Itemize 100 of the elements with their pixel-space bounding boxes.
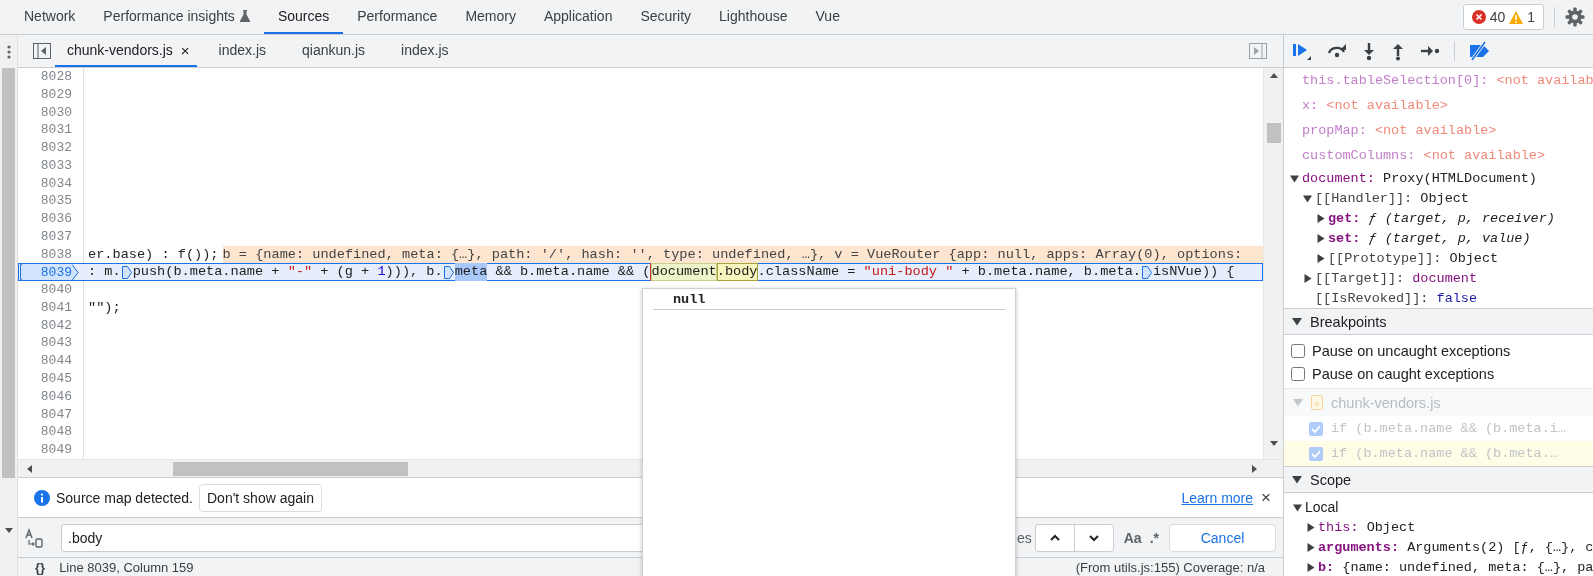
info-message: Source map detected. bbox=[56, 489, 193, 506]
line-number[interactable]: 8043 bbox=[18, 334, 72, 353]
code-text: ""); bbox=[88, 298, 121, 317]
step-marker-icon[interactable] bbox=[1141, 265, 1152, 279]
replace-toggle-icon[interactable] bbox=[25, 527, 45, 548]
popover-value: null bbox=[653, 289, 1005, 310]
panel-tab[interactable]: Memory bbox=[451, 0, 530, 34]
code-text: "uni-body " bbox=[863, 263, 954, 282]
property-entry[interactable]: arguments: Arguments(2) [ƒ, {…}, c bbox=[1318, 539, 1593, 555]
line-number[interactable]: 8048 bbox=[18, 423, 72, 442]
line-number[interactable]: 8047 bbox=[18, 405, 72, 424]
line-number[interactable]: 8034 bbox=[18, 174, 72, 193]
section-header[interactable]: Scope bbox=[1284, 466, 1593, 493]
scroll-left-icon[interactable] bbox=[27, 464, 32, 473]
code-text: + b.meta.name, b.meta. bbox=[960, 263, 1141, 282]
deactivate-breakpoints-icon[interactable] bbox=[1468, 41, 1492, 61]
property-entry[interactable]: document: Proxy(HTMLDocument) bbox=[1302, 170, 1537, 186]
match-case-toggle[interactable]: Aa bbox=[1123, 529, 1142, 546]
panel-tab[interactable]: Performance bbox=[343, 0, 452, 34]
line-number[interactable]: 8046 bbox=[18, 387, 72, 406]
collapsed-arrow-icon[interactable] bbox=[1316, 253, 1325, 263]
line-number[interactable]: 8040 bbox=[18, 281, 72, 299]
warning-icon bbox=[1509, 10, 1524, 24]
panel-tab[interactable]: Application bbox=[529, 0, 627, 34]
error-count: 40 bbox=[1489, 9, 1506, 25]
panel-tab[interactable]: Network bbox=[10, 0, 90, 34]
property-entry[interactable]: [[Handler]]: Object bbox=[1315, 190, 1469, 206]
expanded-arrow-icon[interactable] bbox=[1292, 475, 1302, 484]
collapsed-arrow-icon[interactable] bbox=[1306, 522, 1315, 532]
issues-counter[interactable]: 40 1 bbox=[1462, 4, 1544, 30]
step-marker-icon[interactable] bbox=[121, 265, 132, 279]
pretty-print-button[interactable]: {} bbox=[35, 559, 46, 575]
line-number[interactable]: 8044 bbox=[18, 352, 72, 370]
line-number[interactable]: 8038 bbox=[18, 245, 72, 264]
panel-tab[interactable]: Vue bbox=[801, 0, 854, 34]
collapsed-arrow-icon[interactable] bbox=[1306, 542, 1315, 552]
property-entry[interactable]: this: Object bbox=[1318, 519, 1416, 535]
cursor-position: Line 8039, Column 159 bbox=[59, 559, 194, 575]
expanded-arrow-icon[interactable] bbox=[1303, 193, 1312, 203]
line-number[interactable]: 8036 bbox=[18, 210, 72, 228]
panel-tab[interactable]: Performance insights bbox=[89, 0, 264, 34]
learn-more-link[interactable]: Learn more bbox=[1181, 489, 1254, 506]
expanded-arrow-icon[interactable] bbox=[1290, 173, 1299, 183]
expanded-arrow-icon[interactable] bbox=[1293, 502, 1302, 512]
debugger-sidebar-toggle-icon[interactable] bbox=[1249, 43, 1267, 59]
more-icon[interactable] bbox=[6, 44, 11, 59]
collapsed-arrow-icon[interactable] bbox=[1316, 233, 1325, 243]
property-entry[interactable]: set: ƒ (target, p, value) bbox=[1328, 230, 1531, 246]
scrollbar-thumb[interactable] bbox=[2, 68, 15, 478]
line-number[interactable]: 8041 bbox=[18, 298, 72, 317]
line-number[interactable]: 8037 bbox=[18, 227, 72, 246]
close-button[interactable]: × bbox=[1261, 487, 1271, 508]
file-tab[interactable]: index.js bbox=[206, 35, 281, 67]
line-number[interactable]: 8049 bbox=[18, 441, 72, 459]
line-number[interactable]: 8035 bbox=[18, 192, 72, 211]
line-number[interactable]: 8030 bbox=[18, 103, 72, 122]
property-entry[interactable]: get: ƒ (target, p, receiver) bbox=[1328, 210, 1555, 226]
step-marker-icon[interactable] bbox=[443, 265, 454, 279]
property-entry[interactable]: [[Prototype]]: Object bbox=[1328, 250, 1499, 266]
property-entry[interactable]: [[Target]]: document bbox=[1315, 270, 1478, 286]
close-tab-button[interactable]: × bbox=[180, 41, 190, 59]
checkbox-option[interactable]: Pause on caught exceptions bbox=[1284, 362, 1593, 385]
scroll-up-icon[interactable] bbox=[1269, 73, 1278, 78]
scroll-down-icon[interactable] bbox=[1269, 441, 1278, 446]
expanded-arrow-icon[interactable] bbox=[1292, 317, 1302, 326]
line-number[interactable]: 8031 bbox=[18, 121, 72, 140]
panel-tab[interactable]: Lighthouse bbox=[705, 0, 802, 34]
collapsed-arrow-icon[interactable] bbox=[1316, 213, 1325, 223]
checkbox[interactable] bbox=[1291, 366, 1305, 381]
checkbox[interactable] bbox=[1309, 421, 1323, 436]
checkbox[interactable] bbox=[1291, 343, 1305, 358]
file-icon bbox=[1311, 395, 1323, 410]
line-number[interactable]: 8045 bbox=[18, 370, 72, 388]
line-number[interactable]: 8042 bbox=[18, 316, 72, 335]
file-tab[interactable]: qiankun.js bbox=[290, 35, 380, 67]
inline-value: b = {name: undefined, meta: {…}, path: '/', hash: '', type: undefined, …}, v = VueRouter {app: null, apps: Array(0), options: bbox=[222, 245, 1263, 264]
panel-tab[interactable]: Security bbox=[626, 0, 706, 34]
collapsed-arrow-icon[interactable] bbox=[1303, 273, 1312, 283]
line-number[interactable]: 8032 bbox=[18, 139, 72, 157]
section-header[interactable]: Breakpoints bbox=[1284, 308, 1593, 335]
scrollbar-thumb[interactable] bbox=[1266, 123, 1281, 143]
scroll-right-icon[interactable] bbox=[1252, 464, 1257, 473]
scope-group-label[interactable]: Local bbox=[1305, 499, 1339, 515]
regex-toggle[interactable]: .* bbox=[1149, 529, 1159, 546]
sidebar-toggle-icon[interactable] bbox=[33, 43, 51, 59]
property-entry[interactable]: [[IsRevoked]]: false bbox=[1315, 290, 1478, 306]
settings-icon[interactable] bbox=[1565, 7, 1585, 27]
scrollbar-thumb[interactable] bbox=[173, 461, 408, 476]
dismiss-button[interactable]: Don't show again bbox=[199, 483, 322, 512]
line-number[interactable]: 8029 bbox=[18, 85, 72, 104]
checkbox[interactable] bbox=[1309, 446, 1323, 461]
property-entry[interactable]: b: {name: undefined, meta: {…}, pa bbox=[1318, 559, 1593, 575]
resume-icon[interactable] bbox=[1291, 41, 1313, 61]
cancel-button[interactable]: Cancel bbox=[1169, 523, 1276, 552]
line-number[interactable]: 8028 bbox=[18, 68, 72, 86]
collapsed-arrow-icon[interactable] bbox=[1306, 562, 1315, 572]
scroll-down-icon[interactable] bbox=[4, 528, 13, 533]
checkbox-option[interactable]: Pause on uncaught exceptions bbox=[1284, 339, 1593, 362]
line-number[interactable]: 8033 bbox=[18, 156, 72, 175]
file-tab[interactable]: index.js bbox=[389, 35, 463, 67]
